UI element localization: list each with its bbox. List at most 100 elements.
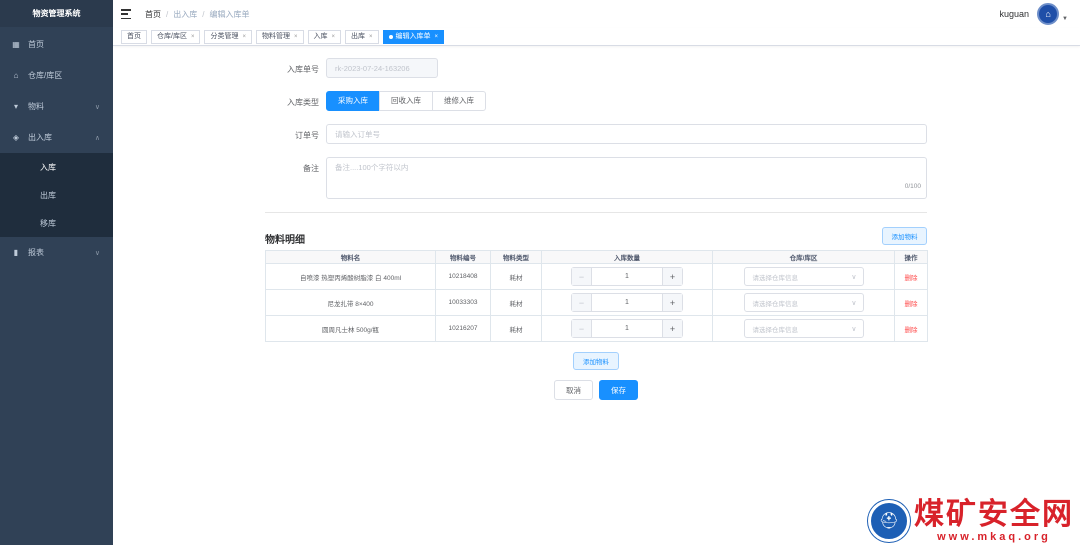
column-header: 仓库/库区 [712, 250, 895, 264]
increment-button[interactable]: + [662, 268, 682, 285]
close-icon[interactable]: × [242, 31, 246, 43]
sidebar-item-label: 仓库/库区 [28, 71, 63, 80]
select-placeholder: 请选择仓库信息 [752, 326, 799, 334]
material-name: 圆周凡士林 500g/瓶 [265, 315, 436, 342]
divider [265, 212, 927, 213]
chart-icon: ▮ [13, 248, 19, 257]
warehouse-select[interactable]: 请选择仓库信息 ∨ [743, 267, 864, 286]
tag-label: 仓库/库区 [157, 32, 187, 40]
delete-link[interactable]: 删除 [905, 327, 918, 334]
chevron-up-icon: ∧ [94, 134, 100, 142]
type-option-purchase[interactable]: 采购入库 [326, 91, 380, 111]
box-icon: ◈ [12, 133, 20, 142]
sidebar-item-reports[interactable]: ▮ 报表 ∨ [0, 237, 113, 268]
tag-edit-inbound[interactable]: 编辑入库单 × [382, 29, 445, 44]
cancel-button[interactable]: 取消 [554, 380, 593, 400]
sidebar-subitem-outbound[interactable]: 出库 [0, 181, 113, 209]
tag-materials[interactable]: 物料管理 × [255, 29, 304, 44]
sidebar-item-inout[interactable]: ◈ 出入库 ∧ [0, 122, 113, 153]
sidebar-submenu-inout: 入库 出库 移库 [0, 153, 113, 237]
watermark-title: 煤矿安全网 [914, 497, 1074, 532]
sidebar-item-label: 物料 [28, 102, 44, 111]
po-label: 订单号 [295, 131, 319, 140]
tag-warehouse[interactable]: 仓库/库区 × [151, 29, 201, 44]
decrement-button[interactable]: − [572, 320, 592, 337]
tag-inbound[interactable]: 入库 × [307, 29, 342, 44]
table-header-row: 物料名 物料编号 物料类型 入库数量 仓库/库区 操作 [265, 250, 928, 264]
warehouse-select[interactable]: 请选择仓库信息 ∨ [743, 293, 864, 312]
material-name: 尼龙扎带 8×400 [265, 289, 436, 316]
sidebar-item-materials[interactable]: ▾ 物料 ∨ [0, 91, 113, 122]
column-header: 物料类型 [490, 250, 542, 264]
close-icon[interactable]: × [191, 31, 195, 43]
cart-icon: ▾ [13, 102, 18, 111]
active-dot-icon [388, 34, 393, 39]
dashboard-icon: ▦ [12, 40, 20, 49]
tag-label: 分类管理 [210, 32, 239, 40]
tag-outbound[interactable]: 出库 × [345, 29, 379, 44]
sidebar-item-label: 出入库 [28, 133, 52, 142]
select-placeholder: 请选择仓库信息 [752, 300, 799, 308]
table-row: 尼龙扎带 8×400 10033303 耗材 − 1 + 请选择仓库信息 ∨ 删… [265, 289, 928, 316]
select-placeholder: 请选择仓库信息 [752, 274, 799, 282]
main-content: 入库单号 rk-2023-07-24-163206 入库类型 采购入库 回收入库… [113, 47, 1080, 545]
quantity-value[interactable]: 1 [592, 294, 662, 311]
top-header: 首页 / 出入库 / 编辑入库单 kuguan ⌂ ▼ [113, 0, 1080, 28]
material-type: 耗材 [490, 315, 542, 342]
decrement-button[interactable]: − [572, 294, 592, 311]
remark-char-count: 0/100 [904, 183, 921, 190]
remark-textarea[interactable]: 备注....100个字符以内 0/100 [326, 157, 927, 199]
increment-button[interactable]: + [662, 320, 682, 337]
tag-label: 出库 [351, 32, 366, 40]
chevron-down-icon: ∨ [851, 273, 857, 281]
tag-label: 编辑入库单 [395, 32, 431, 40]
sidebar-item-home[interactable]: ▦ 首页 [0, 29, 113, 60]
quantity-value[interactable]: 1 [592, 268, 662, 285]
breadcrumb-item: 出入库 [173, 9, 198, 19]
po-input[interactable]: 请输入订单号 [326, 124, 927, 144]
type-label: 入库类型 [287, 98, 319, 107]
watermark-logo: ⛑ 煤矿安全网 www.mkaq.org [868, 499, 1074, 543]
column-header: 入库数量 [541, 250, 713, 264]
tags-view: 首页 仓库/库区 × 分类管理 × 物料管理 × 入库 × 出库 × 编辑入库单 × [113, 28, 1080, 46]
table-row: 自喷漆 热塑丙烯酸树脂漆 白 400ml 10218408 耗材 − 1 + 请… [265, 263, 928, 290]
add-material-button[interactable]: 添加物料 [573, 352, 619, 370]
warehouse-select[interactable]: 请选择仓库信息 ∨ [743, 319, 864, 338]
sidebar: 物资管理系统 ▦ 首页 ⌂ 仓库/库区 ▾ 物料 ∨ ◈ 出入库 ∧ 入库 出库… [0, 0, 113, 545]
sidebar-item-label: 报表 [28, 248, 44, 257]
type-radio-group: 采购入库 回收入库 维修入库 [326, 91, 486, 111]
close-icon[interactable]: × [294, 31, 298, 43]
breadcrumb-item[interactable]: 首页 [145, 9, 161, 20]
tag-category[interactable]: 分类管理 × [204, 29, 252, 44]
sidebar-item-warehouse[interactable]: ⌂ 仓库/库区 [0, 60, 113, 91]
decrement-button[interactable]: − [572, 268, 592, 285]
helmet-icon: ⛑ [868, 500, 910, 542]
tag-home[interactable]: 首页 [121, 29, 147, 44]
menu-toggle-icon[interactable] [121, 9, 131, 19]
increment-button[interactable]: + [662, 294, 682, 311]
close-icon[interactable]: × [435, 31, 439, 43]
type-option-repair[interactable]: 维修入库 [432, 91, 486, 111]
watermark-url: www.mkaq.org [937, 531, 1051, 543]
delete-link[interactable]: 删除 [905, 301, 918, 308]
delete-link[interactable]: 删除 [905, 275, 918, 282]
close-icon[interactable]: × [332, 31, 336, 43]
user-menu[interactable]: kuguan ⌂ ▼ [1000, 3, 1068, 25]
quantity-value[interactable]: 1 [592, 320, 662, 337]
sidebar-subitem-inbound[interactable]: 入库 [0, 153, 113, 181]
material-code: 10033303 [435, 289, 491, 316]
order-no-input: rk-2023-07-24-163206 [326, 58, 438, 78]
material-code: 10216207 [435, 315, 491, 342]
column-header: 物料名 [265, 250, 436, 264]
material-name: 自喷漆 热塑丙烯酸树脂漆 白 400ml [265, 263, 436, 290]
close-icon[interactable]: × [369, 31, 373, 43]
type-option-recycle[interactable]: 回收入库 [379, 91, 433, 111]
quantity-stepper: − 1 + [571, 319, 683, 338]
save-button[interactable]: 保存 [599, 380, 638, 400]
quantity-stepper: − 1 + [571, 293, 683, 312]
avatar[interactable]: ⌂ [1037, 3, 1060, 25]
order-no-label: 入库单号 [287, 65, 319, 74]
column-header: 操作 [894, 250, 928, 264]
add-material-button-top[interactable]: 添加物料 [882, 227, 927, 245]
sidebar-subitem-transfer[interactable]: 移库 [0, 209, 113, 237]
